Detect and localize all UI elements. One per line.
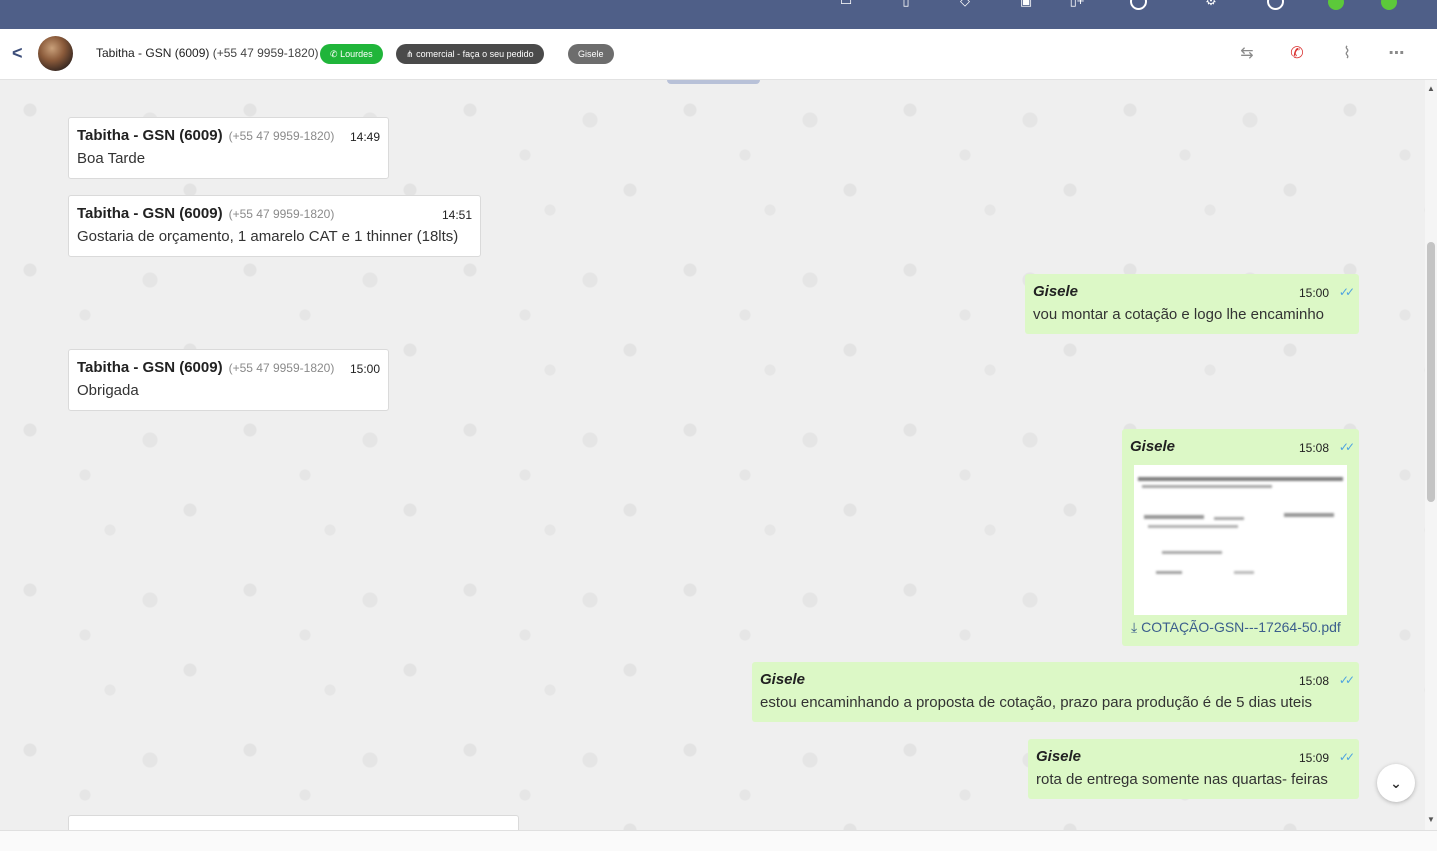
message-text: estou encaminhando a proposta de cotação…	[760, 694, 1313, 711]
message-incoming[interactable]: Tabitha - GSN (6009) (+55 47 9959-1820) 1…	[68, 349, 389, 411]
app-top-bar: ▭ ▯ ◇ ▣ ▯+ ⚙	[0, 0, 1437, 29]
chevron-down-icon: ⌄	[1390, 775, 1402, 791]
scroll-up-arrow-icon[interactable]: ▲	[1425, 84, 1437, 93]
read-ticks-icon: ✓✓	[1338, 440, 1355, 454]
contact-info: Tabitha - GSN (6009) (+55 47 9959-1820)	[96, 46, 318, 60]
more-icon[interactable]: ⋯	[1387, 44, 1407, 64]
sender-name: Tabitha - GSN (6009)	[77, 359, 223, 376]
info-icon[interactable]	[1130, 0, 1147, 10]
message-text: Boa Tarde	[77, 150, 146, 167]
read-ticks-icon: ✓✓	[1338, 673, 1355, 687]
sender-name: Tabitha - GSN (6009)	[77, 205, 223, 222]
message-time: 15:00	[349, 362, 380, 376]
download-icon: ⤓	[1131, 619, 1138, 635]
whatsapp-status-icon[interactable]	[1381, 0, 1397, 10]
chat-scrollbar[interactable]: ▲ ▼	[1425, 80, 1437, 830]
toolbar-icon-4[interactable]: ▣	[1018, 0, 1034, 8]
message-text: vou montar a cotação e logo lhe encaminh…	[1033, 306, 1325, 323]
message-time: 15:00	[1298, 286, 1329, 300]
attachment-download-link[interactable]: ⤓ COTAÇÃO-GSN---17264-50.pdf	[1131, 619, 1341, 636]
sender-phone: (+55 47 9959-1820)	[228, 361, 335, 375]
message-outgoing[interactable]: Gisele 15:00 ✓✓ vou montar a cotação e l…	[1025, 274, 1359, 334]
whatsapp-icon: ✆	[330, 49, 338, 59]
message-time: 15:08	[1298, 441, 1329, 455]
sender-phone: (+55 47 9959-1820)	[228, 207, 335, 221]
message-outgoing-attachment[interactable]: Gisele 15:08 ✓✓ ⤓ COTAÇÃO-GSN---17264-50…	[1122, 429, 1359, 646]
toolbar-icon-5[interactable]: ▯+	[1069, 0, 1085, 8]
toolbar-icon-1[interactable]: ▭	[838, 0, 854, 8]
tag-label: comercial - faça o seu pedido	[416, 49, 534, 59]
status-online-icon[interactable]	[1328, 0, 1344, 10]
contact-phone: (+55 47 9959-1820)	[212, 46, 319, 60]
sender-name: Gisele	[1033, 283, 1079, 300]
scroll-down-arrow-icon[interactable]: ▼	[1425, 815, 1437, 824]
tag-label: Lourdes	[340, 49, 373, 59]
pdf-thumbnail[interactable]	[1134, 465, 1347, 615]
sender-name: Gisele	[760, 671, 806, 688]
tag-comercial[interactable]: ⋔ comercial - faça o seu pedido	[396, 44, 544, 64]
attachment-filename: COTAÇÃO-GSN---17264-50.pdf	[1141, 619, 1341, 635]
profile-icon[interactable]	[1267, 0, 1284, 10]
read-ticks-icon: ✓✓	[1338, 285, 1355, 299]
message-time: 15:08	[1298, 674, 1329, 688]
attach-icon[interactable]: ⌇	[1337, 44, 1357, 64]
tag-lourdes[interactable]: ✆ Lourdes	[320, 44, 383, 64]
sender-phone: (+55 47 9959-1820)	[228, 129, 335, 143]
message-incoming[interactable]: Tabitha - GSN (6009) (+55 47 9959-1820) 1…	[68, 117, 389, 179]
message-time: 14:49	[349, 130, 380, 144]
message-text: Gostaria de orçamento, 1 amarelo CAT e 1…	[77, 228, 459, 245]
message-outgoing[interactable]: Gisele 15:08 ✓✓ estou encaminhando a pro…	[752, 662, 1359, 722]
scroll-to-bottom-button[interactable]: ⌄	[1377, 764, 1415, 802]
tag-gisele[interactable]: Gisele	[568, 44, 614, 64]
read-ticks-icon: ✓✓	[1338, 750, 1355, 764]
toolbar-icon-3[interactable]: ◇	[957, 0, 973, 8]
sitemap-icon: ⋔	[406, 49, 414, 59]
message-time: 14:51	[441, 208, 472, 222]
load-more-tab[interactable]	[667, 80, 760, 84]
message-time: 15:09	[1298, 751, 1329, 765]
end-call-icon[interactable]: ✆	[1287, 44, 1307, 64]
message-outgoing[interactable]: Gisele 15:09 ✓✓ rota de entrega somente …	[1028, 739, 1359, 799]
sender-name: Tabitha - GSN (6009)	[77, 127, 223, 144]
sender-name: Gisele	[1036, 748, 1082, 765]
sender-name: Gisele	[1130, 438, 1176, 455]
chevron-left-icon[interactable]: <	[12, 43, 23, 64]
message-text: rota de entrega somente nas quartas- fei…	[1036, 771, 1328, 788]
transfer-icon[interactable]: ⇆	[1237, 44, 1257, 64]
scroll-thumb[interactable]	[1427, 242, 1435, 502]
composer-bar[interactable]	[0, 830, 1437, 851]
avatar[interactable]	[38, 36, 73, 71]
settings-icon[interactable]: ⚙	[1203, 0, 1219, 8]
chat-header: < Tabitha - GSN (6009) (+55 47 9959-1820…	[0, 29, 1437, 80]
tag-label: Gisele	[578, 49, 604, 59]
message-text: Obrigada	[77, 382, 139, 399]
message-incoming[interactable]: Tabitha - GSN (6009) (+55 47 9959-1820) 1…	[68, 195, 481, 257]
contact-name: Tabitha - GSN (6009)	[96, 46, 210, 60]
toolbar-icon-2[interactable]: ▯	[898, 0, 914, 8]
message-list[interactable]: Tabitha - GSN (6009) (+55 47 9959-1820) 1…	[0, 80, 1425, 830]
